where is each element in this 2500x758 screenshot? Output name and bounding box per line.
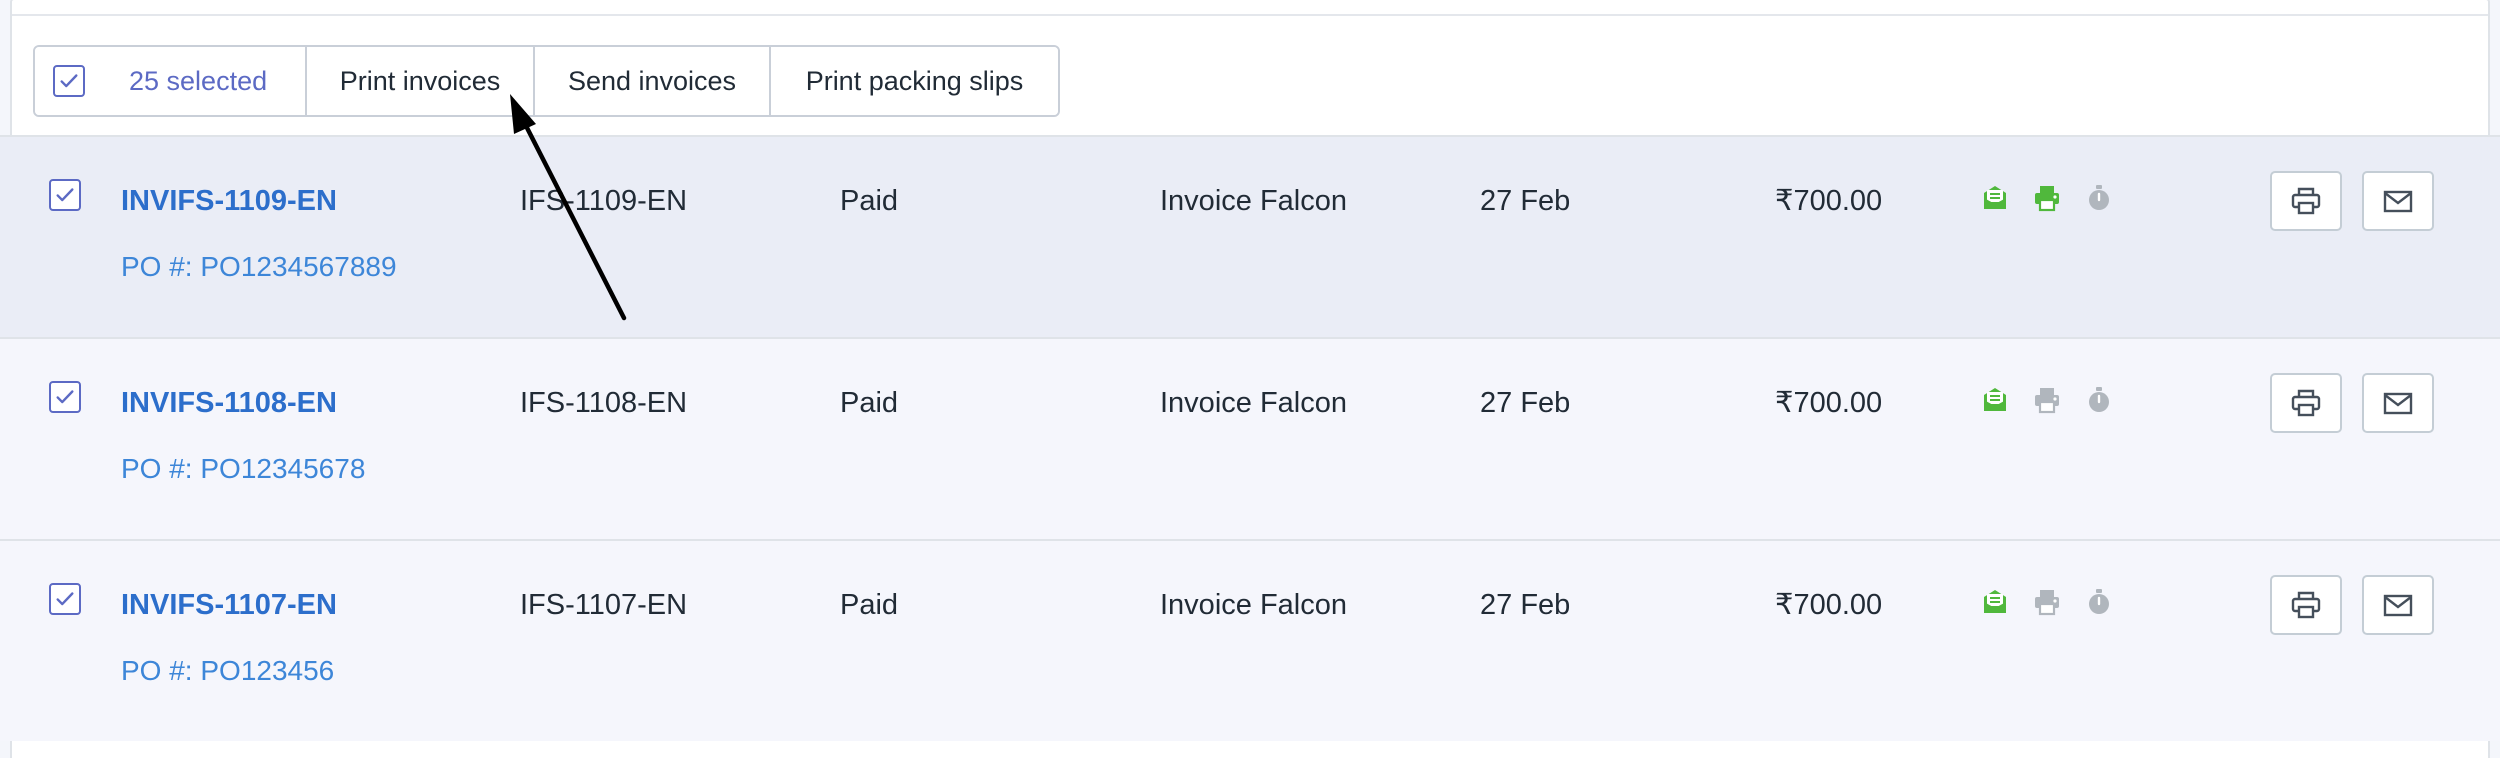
customer-name: Invoice Falcon (1160, 589, 1347, 621)
invoice-amount: ₹700.00 (1775, 387, 1883, 419)
po-number-link[interactable]: PO #: PO1234567889 (121, 251, 397, 283)
payment-status: Paid (840, 387, 899, 419)
invoice-reference: IFS-1109-EN (520, 185, 688, 217)
invoice-number-link[interactable]: INVIFS-1107-EN (121, 585, 337, 625)
payment-status: Paid (840, 185, 899, 217)
invoice-reference: IFS-1107-EN (520, 589, 688, 621)
checkmark-icon (56, 188, 74, 202)
invoice-number-link[interactable]: INVIFS-1109-EN (121, 181, 337, 221)
stopwatch-icon (2084, 383, 2114, 417)
send-invoices-button[interactable]: Send invoices (533, 47, 769, 115)
invoice-date: 27 Feb (1480, 589, 1571, 621)
envelope-open-icon (1980, 383, 2010, 417)
delivery-status-icons (1980, 585, 2114, 619)
checkmark-icon (60, 74, 78, 88)
top-divider (12, 0, 2488, 16)
email-invoice-button[interactable] (2362, 171, 2434, 231)
select-all-toggle[interactable]: 25 selected (35, 47, 305, 115)
po-number-link[interactable]: PO #: PO123456 (121, 655, 334, 687)
customer-name: Invoice Falcon (1160, 387, 1347, 419)
envelope-open-icon (1980, 585, 2010, 619)
invoice-row[interactable]: INVIFS-1109-EN PO #: PO1234567889 IFS-11… (0, 135, 2500, 337)
invoice-reference: IFS-1108-EN (520, 387, 688, 419)
envelope-open-icon (1980, 181, 2010, 215)
stopwatch-icon (2084, 181, 2114, 215)
printer-icon (2291, 187, 2321, 215)
email-invoice-button[interactable] (2362, 373, 2434, 433)
invoice-date: 27 Feb (1480, 387, 1571, 419)
invoice-number-link[interactable]: INVIFS-1108-EN (121, 383, 337, 423)
printer-icon (2032, 585, 2062, 619)
invoice-row[interactable]: INVIFS-1108-EN PO #: PO12345678 IFS-1108… (0, 337, 2500, 539)
invoice-amount: ₹700.00 (1775, 185, 1883, 217)
printer-icon (2032, 383, 2062, 417)
po-number-link[interactable]: PO #: PO12345678 (121, 453, 365, 485)
checkmark-icon (56, 390, 74, 404)
envelope-icon (2383, 190, 2413, 213)
printer-icon (2291, 389, 2321, 417)
checkmark-icon (56, 592, 74, 606)
selected-count: 25 selected (129, 65, 268, 96)
email-invoice-button[interactable] (2362, 575, 2434, 635)
payment-status: Paid (840, 589, 899, 621)
row-checkbox[interactable] (49, 583, 81, 615)
select-all-checkbox[interactable] (53, 65, 85, 97)
print-invoice-button[interactable] (2270, 373, 2342, 433)
row-checkbox[interactable] (49, 381, 81, 413)
printer-icon (2291, 591, 2321, 619)
invoice-date: 27 Feb (1480, 185, 1571, 217)
envelope-icon (2383, 392, 2413, 415)
customer-name: Invoice Falcon (1160, 185, 1347, 217)
delivery-status-icons (1980, 181, 2114, 215)
print-packing-slips-button[interactable]: Print packing slips (769, 47, 1058, 115)
stopwatch-icon (2084, 585, 2114, 619)
printer-icon (2032, 181, 2062, 215)
delivery-status-icons (1980, 383, 2114, 417)
print-invoice-button[interactable] (2270, 575, 2342, 635)
bulk-actions-bar: 25 selected Print invoices Send invoices… (33, 45, 1060, 117)
envelope-icon (2383, 594, 2413, 617)
print-invoices-button[interactable]: Print invoices (305, 47, 533, 115)
invoice-amount: ₹700.00 (1775, 589, 1883, 621)
print-invoice-button[interactable] (2270, 171, 2342, 231)
invoice-rows: INVIFS-1109-EN PO #: PO1234567889 IFS-11… (0, 135, 2500, 741)
row-checkbox[interactable] (49, 179, 81, 211)
invoice-row[interactable]: INVIFS-1107-EN PO #: PO123456 IFS-1107-E… (0, 539, 2500, 741)
